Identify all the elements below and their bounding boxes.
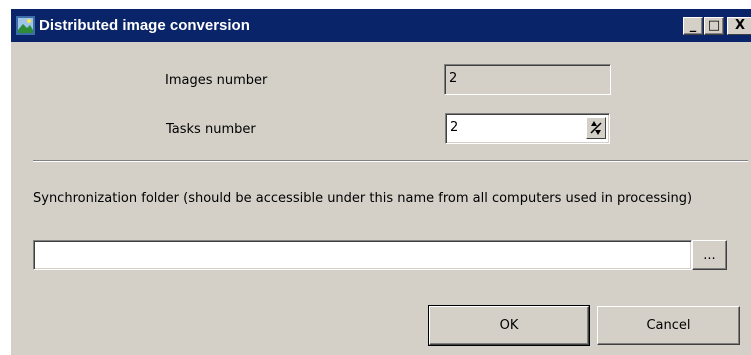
dialog-window: Distributed image conversion _ □ X Image…: [10, 8, 751, 355]
images-number-value: 2: [449, 71, 458, 86]
window-title: Distributed image conversion: [39, 17, 250, 34]
minimize-icon: _: [689, 18, 697, 33]
browse-label: ...: [703, 248, 716, 263]
minimize-button[interactable]: _: [683, 17, 703, 35]
sync-folder-input[interactable]: [33, 240, 692, 270]
close-button[interactable]: X: [727, 17, 751, 35]
title-bar[interactable]: Distributed image conversion _ □ X: [11, 9, 751, 42]
browse-button[interactable]: ...: [692, 240, 727, 270]
image-conversion-app-icon: [16, 16, 35, 35]
cancel-button[interactable]: Cancel: [597, 306, 740, 345]
tasks-number-label: Tasks number: [166, 122, 256, 137]
images-number-field: 2: [444, 64, 611, 95]
sync-folder-label: Synchronization folder (should be access…: [33, 191, 693, 206]
tasks-number-value: 2: [450, 120, 459, 135]
maximize-icon: □: [707, 18, 721, 33]
separator: [33, 160, 748, 162]
ok-button[interactable]: OK: [428, 305, 590, 346]
tasks-number-spin-button[interactable]: [586, 117, 606, 139]
images-number-label: Images number: [165, 73, 268, 88]
close-icon: X: [734, 18, 746, 33]
spin-arrows-icon: [590, 121, 602, 135]
maximize-button[interactable]: □: [704, 17, 724, 35]
